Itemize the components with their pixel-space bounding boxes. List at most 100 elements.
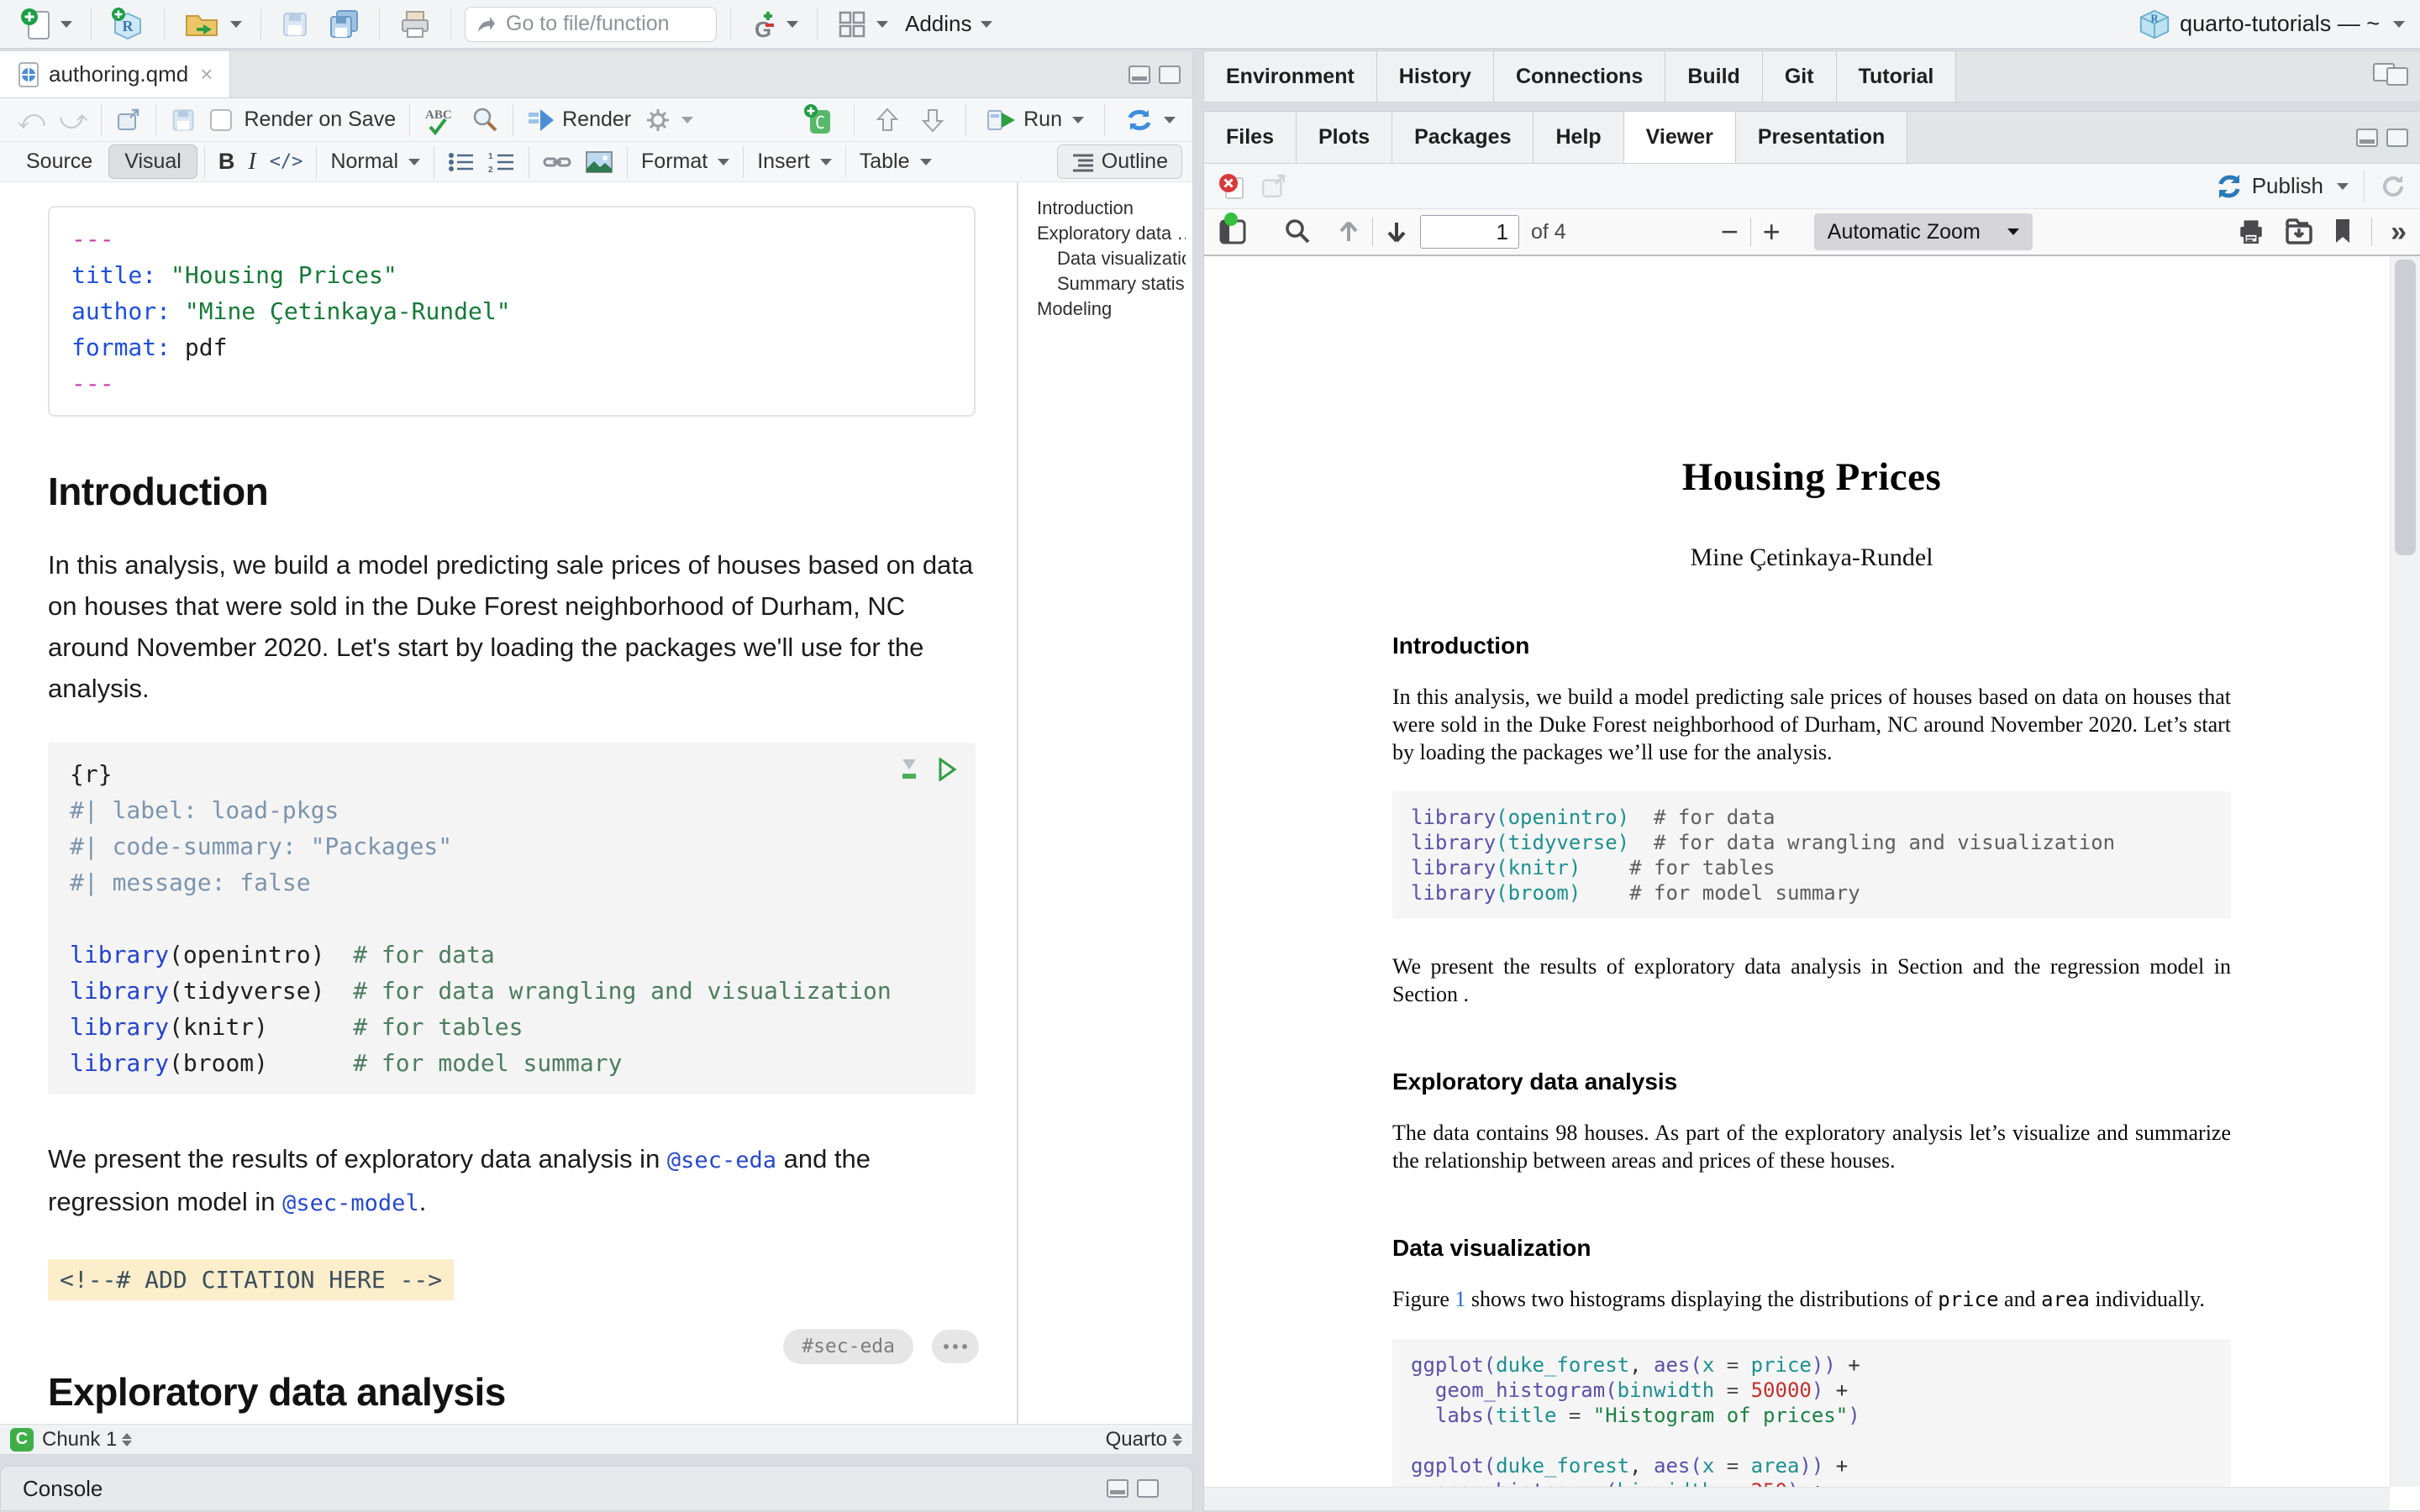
source-button[interactable] [1118, 103, 1182, 137]
pdf-vertical-scrollbar[interactable] [2390, 256, 2420, 1487]
r-code-chunk[interactable]: {r} #| label: load-pkgs #| code-summary:… [48, 743, 976, 1095]
maximize-pane-icon[interactable] [2386, 129, 2408, 147]
back-button[interactable]: ⤺ [10, 101, 52, 139]
divider [627, 146, 628, 178]
pdf-print-icon[interactable] [2237, 218, 2265, 246]
pdf-horizontal-scrollbar[interactable] [1204, 1487, 2390, 1510]
open-file-button[interactable] [178, 4, 247, 45]
tab-plots[interactable]: Plots [1297, 112, 1392, 163]
bold-button[interactable]: B [212, 145, 242, 178]
publish-button[interactable]: Publish [2215, 172, 2349, 201]
pdf-code-line: library(knitr) # for tables [1411, 855, 2212, 880]
tab-environment[interactable]: Environment [1204, 51, 1377, 102]
save-doc-button[interactable] [163, 103, 203, 137]
tab-help[interactable]: Help [1534, 112, 1623, 163]
tab-history[interactable]: History [1377, 51, 1494, 102]
tab-build[interactable]: Build [1665, 51, 1763, 102]
forward-button[interactable]: ⤻ [52, 101, 94, 139]
pdf-bookmark-icon[interactable] [2333, 218, 2353, 246]
insert-chunk-button[interactable]: C [797, 100, 840, 140]
pdf-zoom-select[interactable]: Automatic Zoom [1814, 213, 2033, 250]
insert-image-button[interactable] [578, 147, 620, 177]
pdf-download-icon[interactable] [2284, 218, 2314, 246]
run-chunks-above-icon[interactable] [898, 758, 920, 781]
new-file-button[interactable] [15, 3, 77, 45]
pdf-viewer-area[interactable]: Housing Prices Mine Çetinkaya-Rundel Int… [1204, 256, 2420, 1510]
yaml-metadata-block[interactable]: --- title: "Housing Prices" author: "Min… [48, 206, 976, 417]
visual-editor-content[interactable]: --- title: "Housing Prices" author: "Min… [0, 182, 1017, 1424]
bullet-list-button[interactable] [441, 148, 481, 176]
outline-item-introduction[interactable]: Introduction [1037, 196, 1186, 221]
tab-connections[interactable]: Connections [1494, 51, 1665, 102]
doc-type-selector[interactable]: Quarto [1106, 1428, 1182, 1452]
insert-menu[interactable]: Insert [750, 146, 839, 177]
spellcheck-button[interactable]: ABC [417, 102, 464, 139]
maximize-console-icon[interactable] [1137, 1479, 1159, 1498]
render-button[interactable]: Render [520, 104, 638, 136]
pdf-search-icon[interactable] [1283, 218, 1312, 246]
minimize-pane-icon[interactable] [1128, 66, 1150, 84]
save-all-button[interactable] [322, 5, 366, 44]
pdf-more-tools-button[interactable]: » [2391, 218, 2407, 246]
tab-presentation[interactable]: Presentation [1736, 112, 1907, 163]
pdf-zoom-out-button[interactable]: − [1721, 214, 1739, 249]
popout-window-button[interactable] [108, 104, 149, 136]
tab-authoring-qmd[interactable]: authoring.qmd × [0, 51, 230, 97]
tab-packages[interactable]: Packages [1392, 112, 1534, 163]
run-chunk-icon[interactable] [937, 758, 957, 781]
new-project-button[interactable]: R [105, 3, 150, 45]
outline-toggle-button[interactable]: Outline [1057, 144, 1182, 179]
render-settings-button[interactable] [638, 103, 700, 137]
git-menu-button[interactable]: G [744, 3, 803, 45]
tab-files[interactable]: Files [1204, 112, 1297, 163]
go-next-section-button[interactable] [913, 102, 952, 138]
outline-item-summary-statistics[interactable]: Summary statis… [1037, 271, 1186, 297]
refresh-viewer-icon[interactable] [2380, 173, 2407, 200]
project-menu-button[interactable]: quarto-tutorials — ~ [2180, 11, 2380, 37]
pdf-next-page-icon[interactable] [1385, 218, 1408, 246]
section-options-button[interactable] [932, 1330, 979, 1363]
tab-tutorial[interactable]: Tutorial [1837, 51, 1957, 102]
visual-mode-toggle[interactable]: Visual [108, 144, 197, 179]
render-on-save-checkbox[interactable]: Render on Save [203, 104, 402, 135]
popout-viewer-icon[interactable] [1260, 173, 1288, 200]
format-menu[interactable]: Format [634, 146, 736, 177]
goto-file-search[interactable] [465, 7, 717, 42]
panes-layout-button[interactable] [831, 5, 893, 44]
addins-button[interactable]: Addins [900, 8, 997, 40]
maximize-pane-icon[interactable] [1159, 66, 1181, 84]
checkbox-icon[interactable] [210, 109, 232, 131]
pdf-prev-page-icon[interactable] [1337, 218, 1360, 246]
console-pane-header[interactable]: Console [0, 1466, 1193, 1511]
pdf-sidebar-toggle[interactable] [1218, 218, 1248, 246]
print-button[interactable] [393, 5, 437, 44]
citation-comment[interactable]: <!--# ADD CITATION HERE --> [48, 1259, 454, 1300]
outline-item-data-visualization[interactable]: Data visualization [1037, 246, 1186, 271]
run-button[interactable]: Run [980, 104, 1091, 136]
minimize-pane-icon[interactable] [2356, 129, 2378, 147]
table-menu[interactable]: Table [853, 146, 939, 177]
pdf-page-input[interactable] [1420, 215, 1519, 249]
paragraph-style-select[interactable]: Normal [324, 146, 427, 177]
tab-close-icon[interactable]: × [200, 61, 213, 87]
maximize-pane-icon[interactable] [2386, 67, 2408, 86]
pdf-zoom-in-button[interactable]: + [1763, 214, 1781, 249]
save-button[interactable] [275, 6, 315, 43]
goto-file-input[interactable] [465, 7, 717, 42]
addins-caret [981, 21, 992, 28]
minimize-console-icon[interactable] [1107, 1479, 1128, 1498]
italic-button[interactable]: I [241, 145, 262, 179]
clear-viewer-icon[interactable] [1218, 171, 1248, 202]
numbered-list-button[interactable]: 12 [481, 148, 522, 176]
chunk-position-selector[interactable]: Chunk 1 [42, 1428, 132, 1452]
code-button[interactable]: </> [263, 148, 310, 176]
source-mode-toggle[interactable]: Source [10, 144, 108, 179]
tab-git[interactable]: Git [1763, 51, 1837, 102]
outline-item-eda[interactable]: Exploratory data … [1037, 221, 1186, 246]
scrollbar-thumb[interactable] [2395, 260, 2416, 555]
outline-item-modeling[interactable]: Modeling [1037, 297, 1186, 322]
go-prev-section-button[interactable] [868, 102, 907, 138]
insert-link-button[interactable] [536, 148, 578, 176]
find-replace-button[interactable] [464, 102, 506, 138]
tab-viewer[interactable]: Viewer [1624, 112, 1736, 163]
